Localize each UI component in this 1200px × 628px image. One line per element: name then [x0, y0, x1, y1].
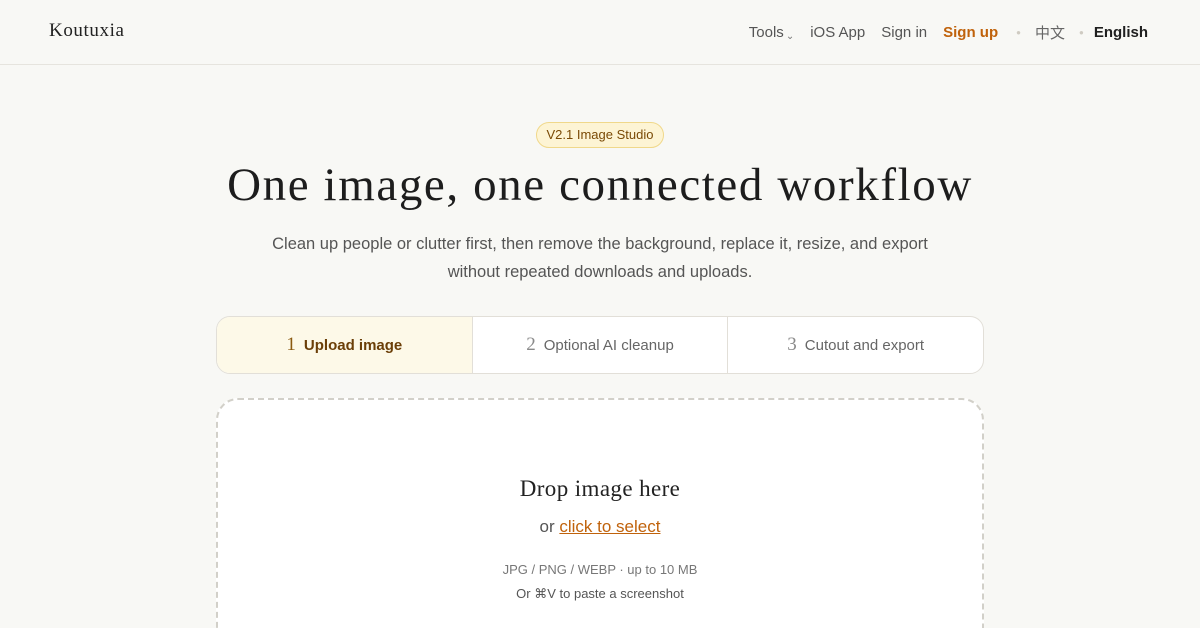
separator-dot: ●	[1016, 27, 1021, 37]
language-english[interactable]: English	[1094, 24, 1148, 41]
tools-menu[interactable]: Tools ⌄	[748, 23, 795, 42]
sign-in-link[interactable]: Sign in	[881, 24, 927, 41]
brand-logo[interactable]: Koutuxia	[49, 20, 125, 42]
separator-dot: ●	[1078, 27, 1084, 37]
version-badge: V2.1 Image Studio	[536, 122, 664, 148]
top-navigation-bar: Koutuxia Tools ⌄ iOS App Sign in Sign up …	[0, 0, 1200, 65]
sign-up-link[interactable]: Sign up	[943, 24, 998, 41]
step-label: Optional AI cleanup	[543, 336, 674, 354]
step-number: 3	[787, 334, 797, 355]
step-number: 1	[286, 334, 296, 355]
step-label: Upload image	[303, 336, 403, 354]
tools-label: Tools	[748, 23, 784, 41]
chevron-down-icon: ⌄	[785, 30, 795, 42]
step-label: Cutout and export	[804, 336, 925, 354]
dropzone-select-line: or click to select	[218, 517, 982, 537]
dropzone-title: Drop image here	[519, 476, 681, 501]
step-number: 2	[526, 334, 536, 355]
ios-app-link[interactable]: iOS App	[810, 24, 865, 41]
workflow-steps: 1 Upload image 2 Optional AI cleanup 3 C…	[216, 316, 984, 374]
supported-formats: JPG / PNG / WEBP · up to 10 MB	[502, 562, 698, 577]
paste-hint: Or ⌘V to paste a screenshot	[516, 586, 684, 601]
step-upload-image[interactable]: 1 Upload image	[217, 317, 472, 373]
image-dropzone[interactable]: Drop image here or click to select JPG /…	[216, 398, 984, 628]
step-cutout-export[interactable]: 3 Cutout and export	[727, 317, 983, 373]
click-to-select-link[interactable]: click to select	[559, 517, 660, 536]
hero-subtitle: Clean up people or clutter first, then r…	[272, 235, 928, 281]
main-nav: Tools ⌄ iOS App Sign in Sign up ● 中文 ● En…	[749, 0, 1148, 64]
hero-title: One image, one connected workflow	[227, 159, 973, 211]
or-text: or	[539, 517, 555, 536]
step-ai-cleanup[interactable]: 2 Optional AI cleanup	[471, 317, 728, 373]
language-chinese[interactable]: 中文	[1035, 22, 1065, 43]
